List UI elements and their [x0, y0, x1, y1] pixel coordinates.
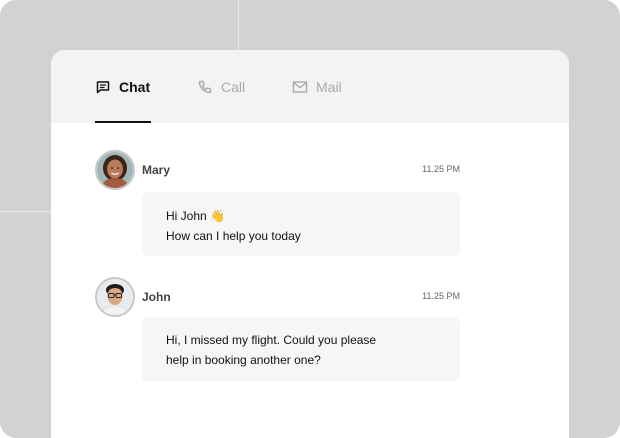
tab-chat-label: Chat — [119, 78, 151, 95]
message-header: Mary 11.25 PM — [95, 150, 460, 190]
tab-call-label: Call — [221, 78, 246, 95]
grid-line — [0, 211, 51, 212]
message-item: Mary 11.25 PM Hi John 👋 How can I help y… — [95, 150, 460, 256]
message-timestamp: 11.25 PM — [422, 164, 460, 174]
tab-chat[interactable]: Chat — [95, 50, 151, 123]
chat-icon — [95, 79, 111, 95]
tab-mail-label: Mail — [316, 78, 342, 95]
message-line: Hi, I missed my flight. Could you please — [166, 333, 377, 347]
tab-call[interactable]: Call — [197, 50, 245, 123]
active-tab-indicator — [95, 121, 151, 123]
message-item: John 11.25 PM Hi, I missed my flight. Co… — [95, 277, 460, 382]
tab-mail[interactable]: Mail — [292, 50, 342, 123]
avatar[interactable] — [95, 150, 135, 190]
sender-name: John — [142, 290, 171, 304]
tab-bar: Chat Call Mail — [51, 50, 569, 123]
grid-line — [238, 0, 239, 50]
message-timestamp: 11.25 PM — [422, 291, 460, 301]
message-bubble: Hi John 👋 How can I help you today — [142, 192, 460, 256]
message-bubble: Hi, I missed my flight. Could you please… — [142, 317, 460, 382]
sender-name: Mary — [142, 163, 171, 177]
message-line: help in booking another one? — [166, 353, 321, 367]
mail-icon — [292, 79, 308, 95]
avatar[interactable] — [95, 277, 135, 317]
phone-icon — [197, 79, 213, 95]
chat-panel: Chat Call Mail Mary 11.25 PM Hi John 👋 H… — [51, 50, 569, 438]
message-header: John 11.25 PM — [95, 277, 460, 317]
message-line: How can I help you today — [166, 229, 301, 243]
message-line: Hi John 👋 — [166, 209, 225, 223]
